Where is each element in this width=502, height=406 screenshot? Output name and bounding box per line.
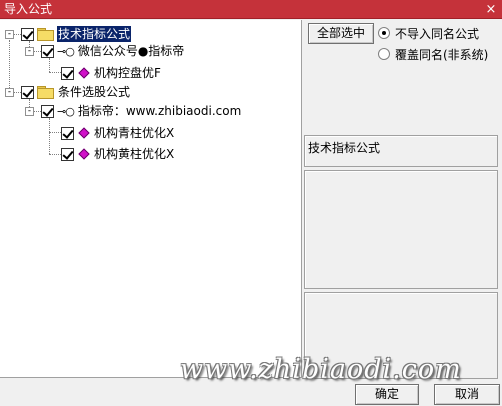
formula-tree[interactable]: - 技术指标公式 - ⊸○ 微信公众号●指标帝 机构控盘优F - 条件选股公式 … (0, 20, 302, 378)
expander-toggle[interactable]: - (5, 30, 14, 39)
radio-selected-icon[interactable] (378, 27, 390, 39)
tree-group-selection[interactable]: 条件选股公式 (21, 83, 131, 101)
tree-formula-node[interactable]: 机构青柱优化X (61, 124, 175, 142)
formula-diamond-icon (78, 67, 90, 79)
radio-skip-label: 不导入同名公式 (395, 26, 480, 41)
window-title: 导入公式 (4, 2, 53, 16)
folder-icon (37, 86, 54, 99)
checkbox-checked[interactable] (21, 27, 34, 41)
tree-connector (34, 111, 41, 112)
tree-connector (49, 154, 61, 155)
author-label[interactable]: 指标帝：www.zhibiaodi.com (77, 103, 242, 119)
tree-author-node[interactable]: ⊸○ 微信公众号●指标帝 (41, 42, 185, 60)
tree-connector (34, 51, 41, 52)
key-icon: ⊸○ (57, 104, 75, 118)
expander-toggle[interactable]: - (5, 88, 14, 97)
formula-label[interactable]: 机构黄柱优化X (93, 146, 175, 162)
tree-connector (9, 40, 10, 92)
formula-type-label: 技术指标公式 (308, 141, 381, 155)
group-label[interactable]: 技术指标公式 (57, 26, 132, 42)
radio-unselected-icon[interactable] (378, 48, 390, 60)
radio-overwrite-label: 覆盖同名(非系统) (395, 47, 489, 62)
tree-formula-node[interactable]: 机构黄柱优化X (61, 145, 175, 163)
tree-author-node[interactable]: ⊸○ 指标帝：www.zhibiaodi.com (41, 102, 242, 120)
expander-toggle[interactable]: - (25, 47, 34, 56)
close-icon[interactable]: × (483, 2, 499, 17)
author-label[interactable]: 微信公众号●指标帝 (77, 43, 185, 59)
folder-icon (37, 28, 54, 41)
checkbox-checked[interactable] (41, 44, 54, 58)
watermark-text: www.zhibiaodi.com (180, 354, 462, 385)
formula-label[interactable]: 机构控盘优F (93, 65, 162, 81)
tree-formula-node[interactable]: 机构控盘优F (61, 64, 162, 82)
tree-group-indicator[interactable]: 技术指标公式 (21, 25, 132, 43)
tree-connector (49, 118, 50, 154)
tree-connector (14, 92, 21, 93)
expander-toggle[interactable]: - (25, 107, 34, 116)
radio-overwrite[interactable]: 覆盖同名(非系统) (378, 46, 488, 62)
formula-diamond-icon (78, 127, 90, 139)
group-label[interactable]: 条件选股公式 (57, 84, 131, 100)
radio-skip-duplicates[interactable]: 不导入同名公式 (378, 25, 479, 41)
tree-connector (49, 132, 61, 133)
key-icon: ⊸○ (57, 44, 75, 58)
checkbox-checked[interactable] (21, 85, 34, 99)
ok-button[interactable]: 确定 (355, 384, 419, 405)
tree-connector (14, 34, 21, 35)
formula-type-panel: 技术指标公式 (304, 135, 498, 167)
tree-connector (49, 58, 50, 72)
checkbox-checked[interactable] (41, 104, 54, 118)
description-panel (304, 170, 498, 289)
checkbox-checked[interactable] (61, 147, 74, 161)
checkbox-checked[interactable] (61, 66, 74, 80)
cancel-button[interactable]: 取消 (434, 384, 500, 405)
formula-diamond-icon (78, 148, 90, 160)
checkbox-checked[interactable] (61, 126, 74, 140)
formula-label[interactable]: 机构青柱优化X (93, 125, 175, 141)
select-all-button[interactable]: 全部选中 (308, 23, 374, 44)
tree-connector (49, 72, 61, 73)
title-bar: 导入公式 × (0, 0, 502, 19)
